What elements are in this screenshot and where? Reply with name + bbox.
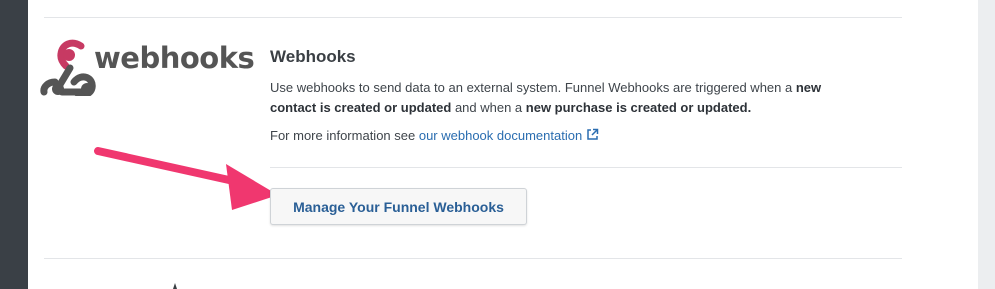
right-gutter xyxy=(978,0,995,289)
annotation-arrow xyxy=(94,147,278,210)
description-bold-2: new purchase is created or updated. xyxy=(525,100,752,115)
description-text-2: and when a xyxy=(451,100,526,115)
bottom-divider xyxy=(44,258,902,259)
section-divider xyxy=(270,167,902,168)
section-description: Use webhooks to send data to an external… xyxy=(270,78,870,118)
external-link-icon[interactable] xyxy=(586,128,599,141)
webhook-documentation-link[interactable]: our webhook documentation xyxy=(419,128,582,143)
section-title: Webhooks xyxy=(270,47,356,66)
partial-icon xyxy=(173,283,177,289)
more-info-line: For more information see our webhook doc… xyxy=(270,128,599,143)
webhooks-logo-text: webhooks xyxy=(94,41,255,75)
description-text-1: Use webhooks to send data to an external… xyxy=(270,80,796,95)
more-info-prefix: For more information see xyxy=(270,128,419,143)
top-divider xyxy=(44,17,902,18)
left-sidebar-rail xyxy=(0,0,28,289)
manage-funnel-webhooks-button[interactable]: Manage Your Funnel Webhooks xyxy=(270,188,527,225)
